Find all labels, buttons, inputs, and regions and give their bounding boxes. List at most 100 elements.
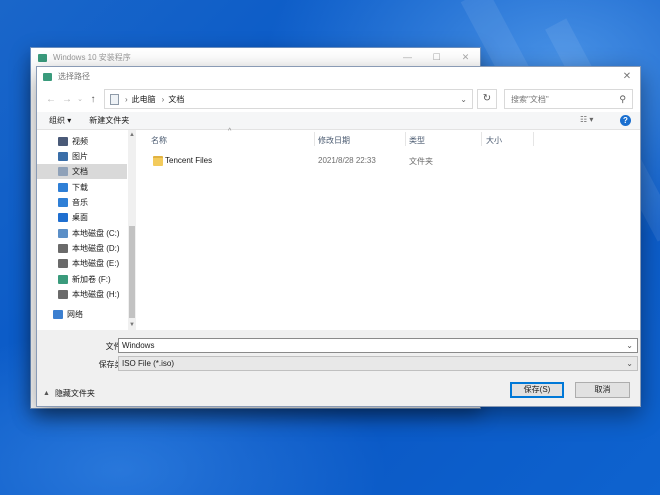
sidebar-item-label: 本地磁盘 (C:) <box>72 229 120 238</box>
chevron-down-icon[interactable]: ⌄ <box>626 341 633 350</box>
column-modified[interactable]: 修改日期 <box>318 135 350 146</box>
sidebar-item[interactable]: 音乐 <box>37 195 127 210</box>
sidebar-item-label: 本地磁盘 (H:) <box>72 290 120 299</box>
scrollbar-thumb[interactable] <box>129 226 135 318</box>
file-list: ^ 名称 修改日期 类型 大小 Tencent Files 2021/8/28 … <box>144 128 640 330</box>
view-options-icon[interactable]: ☷ ▾ <box>580 115 593 124</box>
chevron-right-icon[interactable]: › <box>125 95 128 104</box>
file-name: Tencent Files <box>165 156 213 165</box>
up-arrow-icon[interactable]: ↑ <box>85 94 101 105</box>
sidebar-item[interactable]: 本地磁盘 (E:) <box>37 256 127 271</box>
folder-icon <box>153 156 163 166</box>
pictures-icon <box>58 152 68 161</box>
documents-icon <box>58 167 68 176</box>
setup-icon <box>43 72 52 81</box>
download-icon <box>58 183 68 192</box>
hide-folders-toggle[interactable]: ▲ 隐藏文件夹 <box>43 388 95 399</box>
breadcrumb[interactable]: › 此电脑 › 文档 ⌄ <box>104 89 473 109</box>
hide-folders-label: 隐藏文件夹 <box>54 389 95 398</box>
address-bar: ← → ⌄ ↑ › 此电脑 › 文档 ⌄ ↻ 搜索"文档" ⚲ <box>37 86 640 112</box>
sidebar-item[interactable]: 本地磁盘 (H:) <box>37 287 127 302</box>
file-modified: 2021/8/28 22:33 <box>318 156 376 165</box>
navigation-pane: 视频图片文档下载音乐桌面本地磁盘 (C:) 本地磁盘 (D:) 本地磁盘 (E:) 新… <box>37 130 128 330</box>
save-button[interactable]: 保存(S) <box>510 382 564 398</box>
sidebar-item[interactable]: 本地磁盘 (C:) <box>37 226 127 241</box>
chevron-up-icon: ▲ <box>43 390 50 397</box>
filetype-value: ISO File (*.iso) <box>122 359 175 368</box>
search-input[interactable]: 搜索"文档" ⚲ <box>504 89 633 109</box>
sidebar-item[interactable]: 图片 <box>37 149 127 164</box>
filename-field[interactable]: Windows ⌄ <box>118 338 638 353</box>
filetype-select[interactable]: ISO File (*.iso) ⌄ <box>118 356 638 371</box>
sidebar-item[interactable]: 本地磁盘 (D:) <box>37 241 127 256</box>
sidebar-item-label: 图片 <box>72 152 88 161</box>
search-icon[interactable]: ⚲ <box>619 94 626 105</box>
maximize-icon[interactable]: ☐ <box>422 52 451 63</box>
toolbar: 组织 ▾ 新建文件夹 ☷ ▾ ? <box>37 112 640 130</box>
sidebar-item-label: 本地磁盘 (E:) <box>72 259 120 268</box>
drive-icon <box>58 259 68 268</box>
close-icon[interactable]: ✕ <box>614 71 640 82</box>
sort-ascending-icon: ^ <box>228 128 232 135</box>
file-type: 文件夹 <box>409 157 433 166</box>
setup-icon <box>38 53 47 62</box>
video-icon <box>58 137 68 146</box>
sidebar-item-label: 网络 <box>67 310 83 319</box>
sidebar-item[interactable]: 桌面 <box>37 210 127 225</box>
breadcrumb-item[interactable]: 文档 <box>168 94 184 105</box>
back-arrow-icon[interactable]: ← <box>43 94 59 105</box>
sidebar-item-label: 音乐 <box>72 198 88 207</box>
sidebar-item[interactable]: 文档 <box>37 164 127 179</box>
drive-c-icon <box>58 229 68 238</box>
breadcrumb-item[interactable]: 此电脑 <box>132 94 156 105</box>
sidebar-item-label: 桌面 <box>72 213 88 222</box>
dialog-title: 选择路径 <box>58 72 90 81</box>
drive-icon <box>58 275 68 284</box>
sidebar-item[interactable]: 新加卷 (F:) <box>37 272 127 287</box>
desktop-icon <box>58 213 68 222</box>
scroll-up-icon[interactable]: ▲ <box>128 132 136 138</box>
sidebar-item[interactable]: 视频 <box>37 134 127 149</box>
scroll-down-icon[interactable]: ▼ <box>128 322 136 328</box>
installer-title: Windows 10 安装程序 <box>53 53 131 62</box>
organize-button[interactable]: 组织 ▾ <box>49 115 71 126</box>
dialog-titlebar: 选择路径 ✕ <box>37 67 640 86</box>
computer-icon <box>110 93 119 105</box>
forward-arrow-icon[interactable]: → <box>59 94 75 105</box>
window-controls: — ☐ ✕ <box>393 52 480 63</box>
column-size[interactable]: 大小 <box>486 135 502 146</box>
search-placeholder: 搜索"文档" <box>511 94 549 104</box>
column-name[interactable]: 名称 <box>151 135 167 146</box>
chevron-right-icon[interactable]: › <box>162 95 165 104</box>
chevron-down-icon[interactable]: ⌄ <box>626 359 633 368</box>
column-type[interactable]: 类型 <box>409 135 425 146</box>
sidebar-item-label: 文档 <box>72 167 88 176</box>
column-divider[interactable] <box>314 132 315 146</box>
refresh-icon[interactable]: ↻ <box>477 89 497 109</box>
drive-icon <box>58 290 68 299</box>
chevron-down-icon[interactable]: ⌄ <box>460 95 467 104</box>
recent-dropdown-icon[interactable]: ⌄ <box>75 95 85 103</box>
sidebar-item[interactable]: 下载 <box>37 180 127 195</box>
installer-titlebar: Windows 10 安装程序 — ☐ ✕ <box>31 48 480 67</box>
filename-value: Windows <box>122 341 155 350</box>
save-dialog: 选择路径 ✕ ← → ⌄ ↑ › 此电脑 › 文档 ⌄ ↻ 搜索"文档" ⚲ 组… <box>36 66 641 407</box>
network-icon <box>53 310 63 319</box>
cancel-button[interactable]: 取消 <box>575 382 630 398</box>
column-divider[interactable] <box>481 132 482 146</box>
column-divider[interactable] <box>533 132 534 146</box>
nav-scrollbar[interactable]: ▲ ▼ <box>128 130 136 330</box>
sidebar-item[interactable]: 网络 <box>37 307 127 322</box>
sidebar-item-label: 新加卷 (F:) <box>72 275 111 284</box>
save-options: 文件名(N): Windows ⌄ 保存类型(T): ISO File (*.i… <box>37 330 640 406</box>
explorer-body: 视频图片文档下载音乐桌面本地磁盘 (C:) 本地磁盘 (D:) 本地磁盘 (E:) 新… <box>37 128 640 330</box>
column-divider[interactable] <box>405 132 406 146</box>
music-icon <box>58 198 68 207</box>
help-icon[interactable]: ? <box>620 115 631 126</box>
new-folder-button[interactable]: 新建文件夹 <box>89 115 129 126</box>
minimize-icon[interactable]: — <box>393 52 422 63</box>
sidebar-item-label: 下载 <box>72 183 88 192</box>
column-header: ^ 名称 修改日期 类型 大小 <box>144 128 640 146</box>
close-icon[interactable]: ✕ <box>451 52 480 63</box>
table-row[interactable]: Tencent Files 2021/8/28 22:33 文件夹 <box>144 154 640 168</box>
